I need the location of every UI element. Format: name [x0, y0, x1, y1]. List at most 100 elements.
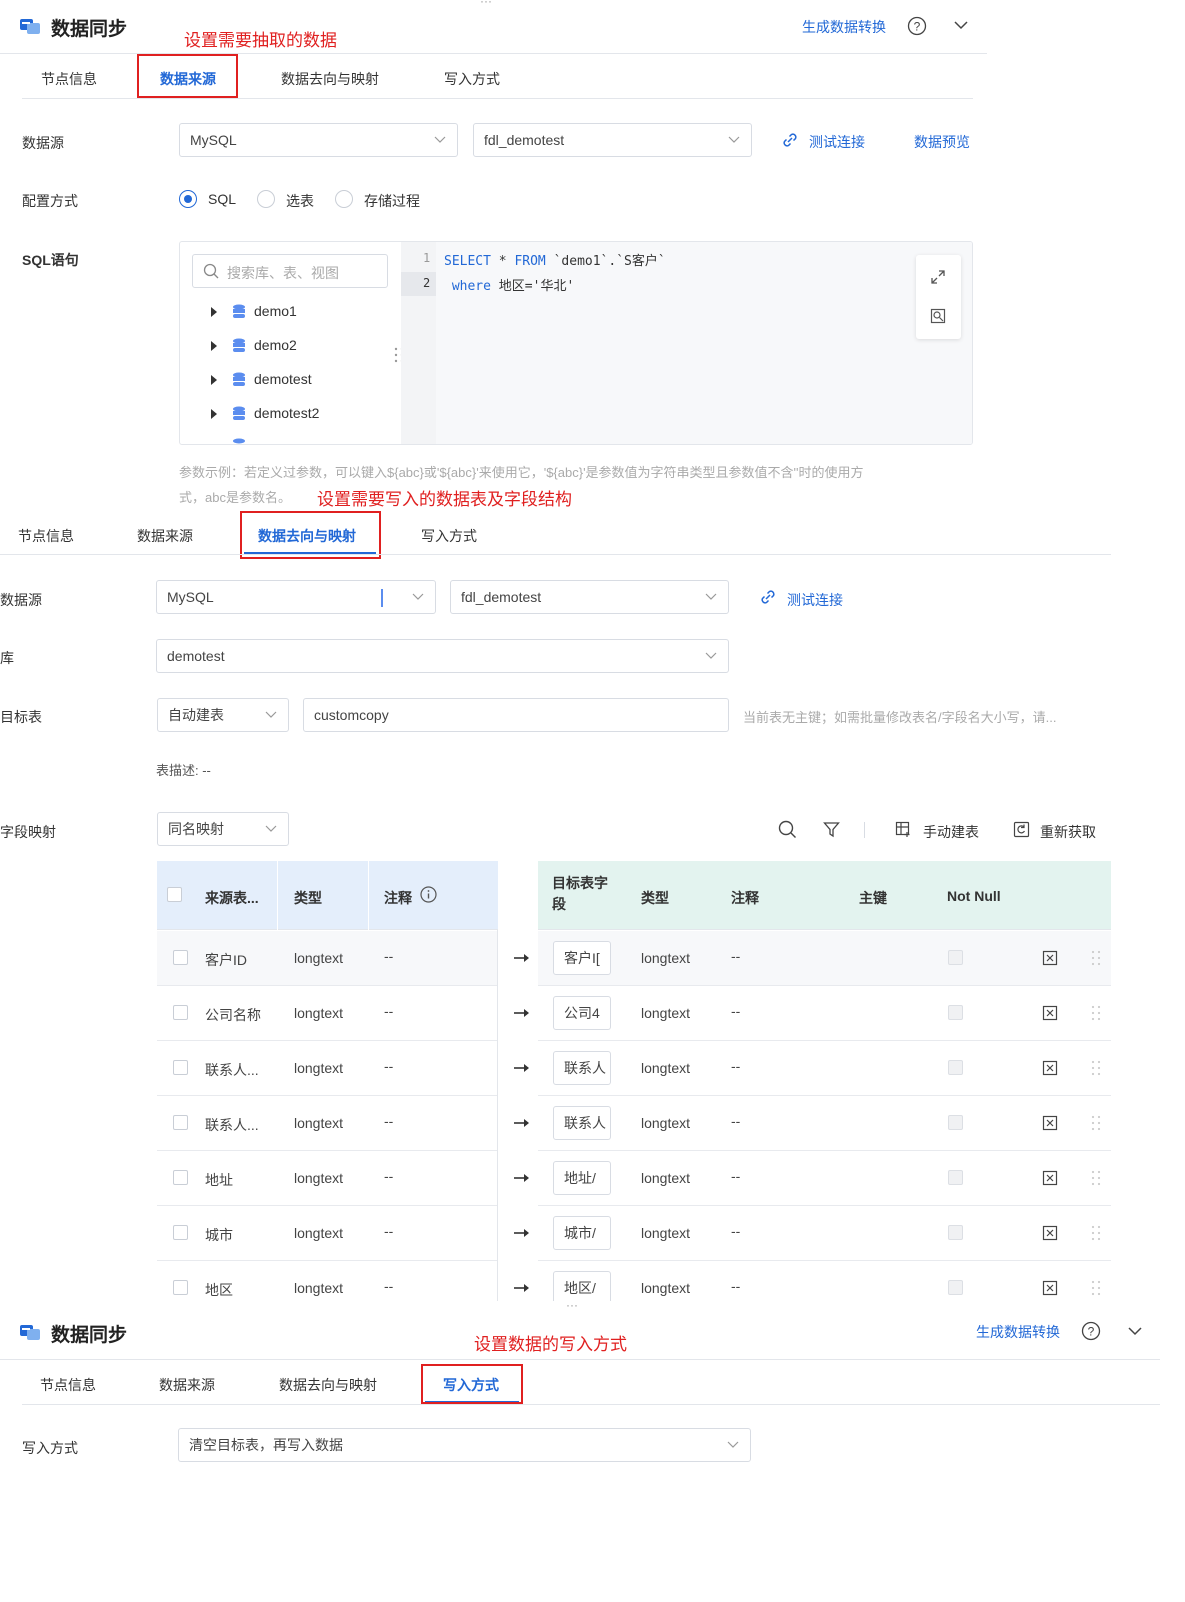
row-checkbox[interactable] — [173, 1280, 188, 1295]
target-field-input[interactable]: 联系人 — [553, 1106, 611, 1140]
target-table-row: 城市/longtext -- — [538, 1206, 1111, 1261]
search-input[interactable]: 搜索库、表、视图 — [192, 254, 388, 288]
row-checkbox[interactable] — [173, 1060, 188, 1075]
database-select[interactable]: demotest — [156, 639, 729, 673]
target-field-comment: -- — [731, 1058, 741, 1074]
datasource-name-select[interactable]: fdl_demotest — [450, 580, 729, 614]
tree-item-partial — [210, 438, 246, 444]
datasource-type-select[interactable]: MySQL — [156, 580, 436, 614]
tab-data-source[interactable]: 数据来源 — [137, 526, 193, 546]
more-dots-top: ··· — [480, 0, 492, 8]
line-number: 1 — [423, 251, 431, 265]
drag-handle-icon[interactable] — [1091, 1114, 1101, 1132]
drag-handle-icon[interactable] — [1091, 1169, 1101, 1187]
generate-transform-link[interactable]: 生成数据转换 — [802, 17, 886, 37]
radio-select-table[interactable] — [257, 190, 275, 208]
target-mode-select[interactable]: 自动建表 — [157, 698, 289, 732]
caret-right-icon — [211, 307, 217, 317]
delete-field-icon[interactable] — [1042, 1170, 1058, 1186]
tab-destination-mapping[interactable]: 数据去向与映射 — [279, 1375, 377, 1395]
target-field-input[interactable]: 客户I[ — [553, 941, 611, 975]
not-null-checkbox[interactable] — [948, 1005, 963, 1020]
tab-node-info[interactable]: 节点信息 — [41, 69, 97, 89]
help-icon[interactable]: ? — [1081, 1321, 1101, 1341]
target-field-input[interactable]: 地址/ — [553, 1161, 611, 1195]
drag-handle-icon[interactable] — [1091, 1279, 1101, 1297]
delete-field-icon[interactable] — [1042, 1060, 1058, 1076]
refetch-button[interactable]: 重新获取 — [1040, 822, 1096, 842]
radio-sql[interactable] — [179, 190, 197, 208]
collapse-chevron-icon[interactable] — [1127, 1325, 1143, 1337]
link-icon[interactable] — [781, 131, 799, 149]
info-icon[interactable] — [420, 886, 437, 903]
not-null-checkbox[interactable] — [948, 1115, 963, 1130]
write-mode-select[interactable]: 清空目标表，再写入数据 — [178, 1428, 751, 1462]
divider — [0, 1359, 1160, 1360]
chevron-down-icon — [411, 589, 425, 603]
row-checkbox[interactable] — [173, 1005, 188, 1020]
target-field-comment: -- — [731, 1168, 741, 1184]
row-checkbox[interactable] — [173, 1170, 188, 1185]
target-field-input[interactable]: 地区/ — [553, 1271, 611, 1301]
target-table-input[interactable]: customcopy — [303, 698, 729, 732]
tab-node-info[interactable]: 节点信息 — [18, 526, 74, 546]
manual-create-button[interactable]: 手动建表 — [923, 822, 979, 842]
source-field-comment: -- — [384, 1113, 394, 1129]
delete-field-icon[interactable] — [1042, 1225, 1058, 1241]
filter-icon[interactable] — [823, 821, 840, 838]
sql-editor-container: 搜索库、表、视图 demo1 demo2 demotest demotest2 … — [179, 241, 973, 445]
radio-stored-procedure[interactable] — [335, 190, 353, 208]
sql-text: * — [490, 254, 515, 269]
search-icon[interactable] — [778, 820, 797, 839]
datasource-type-select[interactable]: MySQL — [179, 123, 458, 157]
drag-handle-icon[interactable] — [1091, 1224, 1101, 1242]
target-table-row: 公司4 longtext -- — [538, 986, 1111, 1041]
generate-transform-link[interactable]: 生成数据转换 — [976, 1322, 1060, 1342]
delete-field-icon[interactable] — [1042, 950, 1058, 966]
select-all-checkbox[interactable] — [167, 887, 182, 902]
source-field-comment: -- — [384, 1223, 394, 1239]
target-table: 目标表字段 类型 注释 主键 Not Null 客户I[longtext -- 公司… — [538, 861, 1111, 1301]
datasource-name-select[interactable]: fdl_demotest — [473, 123, 752, 157]
format-icon[interactable] — [930, 308, 946, 324]
tab-write-mode[interactable]: 写入方式 — [421, 526, 477, 546]
target-col-comment-header: 注释 — [731, 890, 759, 906]
row-checkbox[interactable] — [173, 950, 188, 965]
target-field-input[interactable]: 公司4 — [553, 996, 611, 1030]
delete-field-icon[interactable] — [1042, 1280, 1058, 1296]
not-null-checkbox[interactable] — [948, 950, 963, 965]
target-field-input[interactable]: 联系人 — [553, 1051, 611, 1085]
tab-destination-mapping[interactable]: 数据去向与映射 — [281, 69, 379, 89]
tab-data-source[interactable]: 数据来源 — [159, 1375, 215, 1395]
test-connection-link[interactable]: 测试连接 — [787, 590, 843, 610]
row-checkbox[interactable] — [173, 1115, 188, 1130]
data-preview-link[interactable]: 数据预览 — [914, 132, 970, 152]
test-connection-link[interactable]: 测试连接 — [809, 132, 865, 152]
link-icon[interactable] — [759, 588, 777, 606]
target-field-input[interactable]: 城市/ — [553, 1216, 611, 1250]
not-null-checkbox[interactable] — [948, 1225, 963, 1240]
chevron-down-icon — [704, 648, 718, 662]
help-icon[interactable]: ? — [907, 16, 927, 36]
code-area[interactable] — [436, 242, 972, 444]
not-null-checkbox[interactable] — [948, 1060, 963, 1075]
tab-write-mode[interactable]: 写入方式 — [444, 69, 500, 89]
not-null-checkbox[interactable] — [948, 1170, 963, 1185]
delete-field-icon[interactable] — [1042, 1005, 1058, 1021]
source-field-type: longtext — [294, 1115, 344, 1131]
delete-field-icon[interactable] — [1042, 1115, 1058, 1131]
tab-node-info[interactable]: 节点信息 — [40, 1375, 96, 1395]
drag-handle-icon[interactable] — [1091, 949, 1101, 967]
collapse-chevron-icon[interactable] — [953, 19, 969, 31]
sql-label: SQL语句 — [22, 252, 79, 268]
drag-handle-icon[interactable] — [1091, 1004, 1101, 1022]
arrow-right-icon — [513, 1007, 531, 1019]
target-field-type: longtext — [641, 950, 691, 966]
expand-icon[interactable] — [930, 269, 946, 285]
not-null-checkbox[interactable] — [948, 1280, 963, 1295]
target-field-type: longtext — [641, 1060, 691, 1076]
drag-handle-icon[interactable] — [1091, 1059, 1101, 1077]
row-checkbox[interactable] — [173, 1225, 188, 1240]
mapping-mode-select[interactable]: 同名映射 — [157, 812, 289, 846]
target-col-name-header: 目标表字段 — [552, 875, 608, 912]
